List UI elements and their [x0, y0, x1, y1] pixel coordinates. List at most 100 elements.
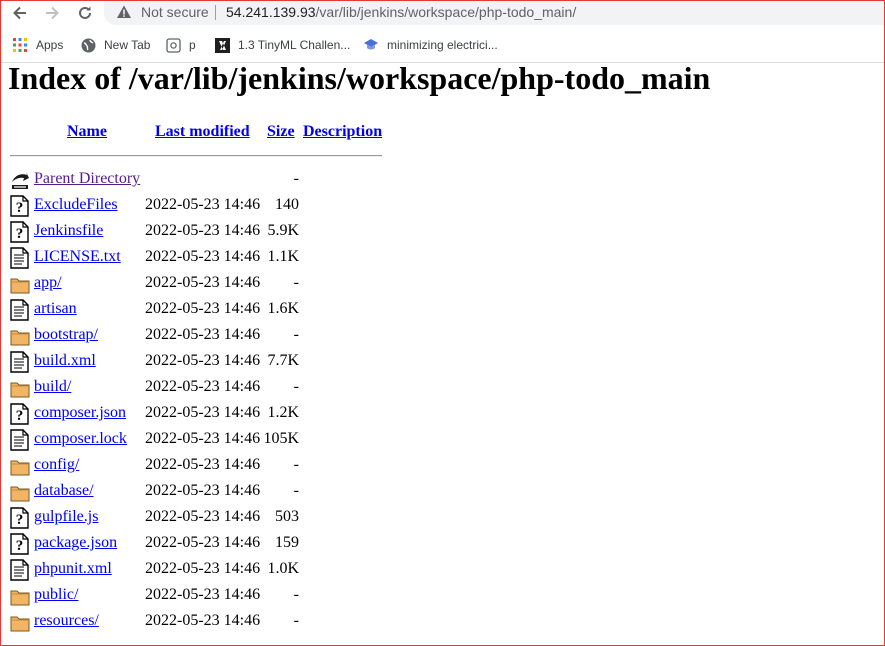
- last-modified-cell: 2022-05-23 14:46: [145, 508, 261, 525]
- file-link[interactable]: build/: [34, 378, 71, 396]
- table-row: composer.lock 2022-05-23 14:46 105K: [0, 426, 885, 452]
- last-modified-cell: 2022-05-23 14:46: [145, 300, 261, 317]
- last-modified-cell: 2022-05-23 14:46: [145, 196, 261, 213]
- size-cell: 1.0K: [267, 560, 299, 577]
- size-cell: 7.7K: [267, 352, 299, 369]
- size-cell: 105K: [263, 430, 299, 447]
- size-cell: 1.2K: [267, 404, 299, 421]
- table-row: public/2022-05-23 14:46 -: [0, 582, 885, 608]
- last-modified-cell: 2022-05-23 14:46: [145, 586, 261, 603]
- svg-text:?: ?: [16, 512, 24, 528]
- text-file-icon: [10, 299, 30, 321]
- parent-directory-link[interactable]: Parent Directory: [34, 170, 140, 188]
- table-row: ? composer.json 2022-05-23 14:46 1.2K: [0, 400, 885, 426]
- file-link[interactable]: public/: [34, 586, 78, 604]
- column-header-description[interactable]: Description: [303, 123, 382, 141]
- size-cell: -: [293, 274, 299, 291]
- table-row: Parent Directory -: [0, 166, 885, 192]
- column-header-size[interactable]: Size: [267, 123, 295, 141]
- size-cell: 1.1K: [267, 248, 299, 265]
- size-cell: -: [293, 586, 299, 603]
- unknown-file-icon: ?: [10, 195, 30, 217]
- file-link[interactable]: composer.lock: [34, 430, 127, 448]
- table-row: LICENSE.txt 2022-05-23 14:46 1.1K: [0, 244, 885, 270]
- directory-listing: Name Last modified Size Description Pare…: [0, 0, 885, 646]
- table-row: phpunit.xml 2022-05-23 14:46 1.0K: [0, 556, 885, 582]
- file-link[interactable]: resources/: [34, 612, 99, 630]
- file-link[interactable]: database/: [34, 482, 94, 500]
- svg-text:?: ?: [16, 226, 24, 242]
- last-modified-cell: 2022-05-23 14:46: [145, 352, 261, 369]
- table-row: ? gulpfile.js 2022-05-23 14:46 503: [0, 504, 885, 530]
- size-cell: -: [293, 482, 299, 499]
- folder-icon: [10, 325, 30, 347]
- svg-text:?: ?: [16, 200, 24, 216]
- file-link[interactable]: artisan: [34, 300, 77, 318]
- last-modified-cell: 2022-05-23 14:46: [145, 456, 261, 473]
- size-cell: 503: [275, 508, 299, 525]
- size-cell: -: [293, 170, 299, 187]
- header-divider: [10, 155, 382, 157]
- size-cell: 140: [275, 196, 299, 213]
- table-row: ? Jenkinsfile 2022-05-23 14:46 5.9K: [0, 218, 885, 244]
- folder-icon: [10, 481, 30, 503]
- file-link[interactable]: gulpfile.js: [34, 508, 98, 526]
- size-cell: -: [293, 456, 299, 473]
- unknown-file-icon: ?: [10, 533, 30, 555]
- unknown-file-icon: ?: [10, 403, 30, 425]
- unknown-file-icon: ?: [10, 507, 30, 529]
- text-file-icon: [10, 247, 30, 269]
- unknown-file-icon: ?: [10, 221, 30, 243]
- svg-text:?: ?: [16, 408, 24, 424]
- table-row: build.xml 2022-05-23 14:46 7.7K: [0, 348, 885, 374]
- file-link[interactable]: ExcludeFiles: [34, 196, 118, 214]
- text-file-icon: [10, 429, 30, 451]
- table-row: app/2022-05-23 14:46 -: [0, 270, 885, 296]
- last-modified-cell: 2022-05-23 14:46: [145, 430, 261, 447]
- size-cell: -: [293, 612, 299, 629]
- column-header-last-modified[interactable]: Last modified: [155, 123, 250, 141]
- file-link[interactable]: LICENSE.txt: [34, 248, 121, 266]
- last-modified-cell: 2022-05-23 14:46: [145, 274, 261, 291]
- last-modified-cell: 2022-05-23 14:46: [145, 404, 261, 421]
- folder-icon: [10, 455, 30, 477]
- file-link[interactable]: build.xml: [34, 352, 96, 370]
- file-link[interactable]: composer.json: [34, 404, 126, 422]
- size-cell: 5.9K: [267, 222, 299, 239]
- file-link[interactable]: config/: [34, 456, 79, 474]
- text-file-icon: [10, 559, 30, 581]
- size-cell: 159: [275, 534, 299, 551]
- folder-icon: [10, 273, 30, 295]
- table-row: ? package.json 2022-05-23 14:46 159: [0, 530, 885, 556]
- last-modified-cell: 2022-05-23 14:46: [145, 222, 261, 239]
- last-modified-cell: 2022-05-23 14:46: [145, 534, 261, 551]
- last-modified-cell: 2022-05-23 14:46: [145, 612, 261, 629]
- file-link[interactable]: phpunit.xml: [34, 560, 112, 578]
- size-cell: -: [293, 378, 299, 395]
- table-row: ? ExcludeFiles 2022-05-23 14:46 140: [0, 192, 885, 218]
- table-row: artisan 2022-05-23 14:46 1.6K: [0, 296, 885, 322]
- folder-icon: [10, 377, 30, 399]
- table-row: resources/2022-05-23 14:46 -: [0, 608, 885, 634]
- folder-icon: [10, 611, 30, 633]
- table-row: config/2022-05-23 14:46 -: [0, 452, 885, 478]
- table-row: bootstrap/2022-05-23 14:46 -: [0, 322, 885, 348]
- column-header-name[interactable]: Name: [67, 123, 107, 141]
- text-file-icon: [10, 351, 30, 373]
- file-link[interactable]: app/: [34, 274, 62, 292]
- last-modified-cell: 2022-05-23 14:46: [145, 482, 261, 499]
- size-cell: -: [293, 326, 299, 343]
- svg-text:?: ?: [16, 538, 24, 554]
- folder-icon: [10, 585, 30, 607]
- last-modified-cell: 2022-05-23 14:46: [145, 378, 261, 395]
- back-arrow-icon: [10, 169, 30, 191]
- file-link[interactable]: Jenkinsfile: [34, 222, 103, 240]
- table-row: build/2022-05-23 14:46 -: [0, 374, 885, 400]
- last-modified-cell: 2022-05-23 14:46: [145, 248, 261, 265]
- last-modified-cell: 2022-05-23 14:46: [145, 326, 261, 343]
- file-link[interactable]: bootstrap/: [34, 326, 98, 344]
- table-row: database/2022-05-23 14:46 -: [0, 478, 885, 504]
- size-cell: 1.6K: [267, 300, 299, 317]
- last-modified-cell: 2022-05-23 14:46: [145, 560, 261, 577]
- file-link[interactable]: package.json: [34, 534, 117, 552]
